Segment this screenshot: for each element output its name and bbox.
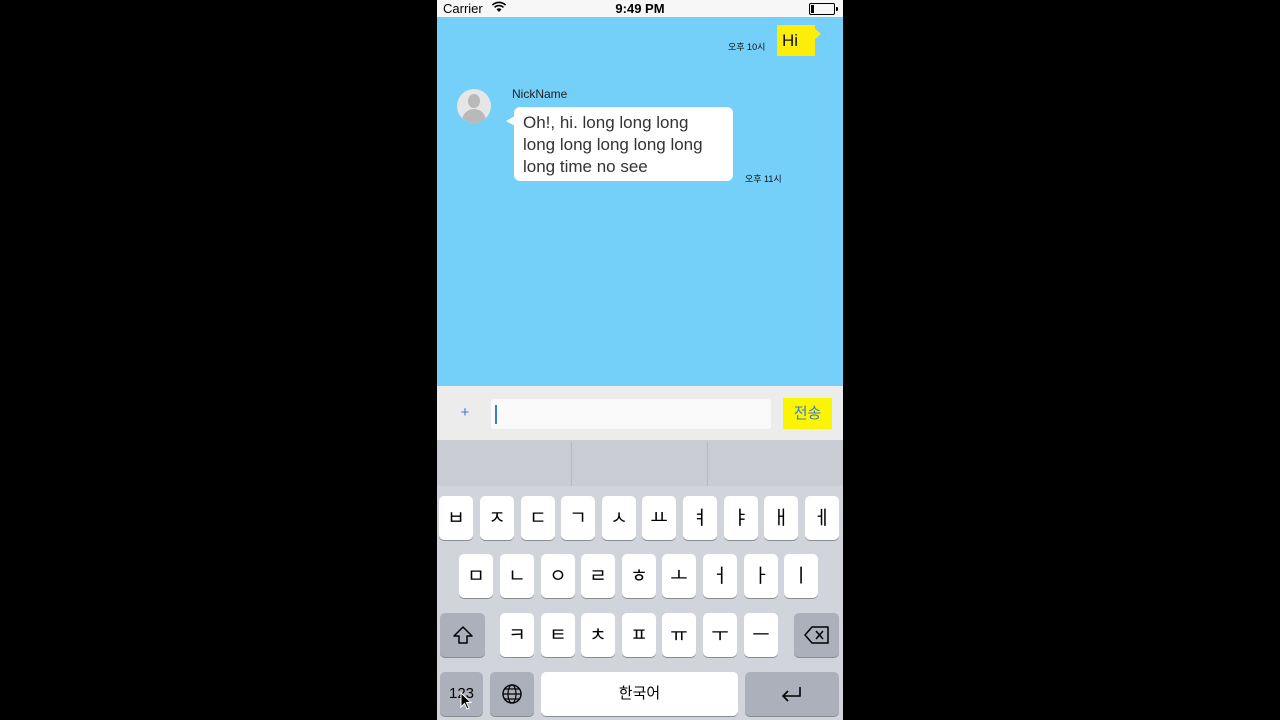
key[interactable]: ㅔ: [805, 496, 839, 540]
sender-nickname: NickName: [512, 87, 568, 101]
battery-icon: [809, 3, 838, 15]
person-icon: [468, 94, 480, 108]
key[interactable]: ㄹ: [581, 554, 615, 598]
korean-keyboard: ㅂ ㅈ ㄷ ㄱ ㅅ ㅛ ㅕ ㅑ ㅐ ㅔ ㅁ ㄴ ㅇ ㄹ ㅎ ㅗ ㅓ ㅏ ㅣ ㅋ …: [437, 440, 843, 720]
key[interactable]: ㅗ: [662, 554, 696, 598]
message-input[interactable]: [491, 399, 771, 429]
globe-icon: [502, 684, 522, 704]
key[interactable]: ㄴ: [500, 554, 534, 598]
text-caret: [495, 405, 497, 424]
avatar[interactable]: [457, 89, 491, 123]
shift-icon: [452, 626, 473, 644]
other-message-line: long long long long long: [523, 135, 703, 154]
key[interactable]: ㅅ: [602, 496, 636, 540]
key[interactable]: ㅊ: [581, 613, 615, 657]
prediction-slot[interactable]: [708, 440, 843, 486]
phone-screen: Carrier 9:49 PM 오후 10시 Hi NickName Oh!, …: [437, 0, 843, 720]
send-button[interactable]: 전송: [783, 398, 832, 429]
key[interactable]: ㅂ: [439, 496, 473, 540]
prediction-bar: [437, 440, 843, 486]
prediction-slot[interactable]: [572, 440, 707, 486]
globe-key[interactable]: [490, 672, 534, 716]
key[interactable]: ㅎ: [622, 554, 656, 598]
key[interactable]: ㅜ: [703, 613, 737, 657]
key[interactable]: ㅋ: [500, 613, 534, 657]
key[interactable]: ㅡ: [744, 613, 778, 657]
key[interactable]: ㅠ: [662, 613, 696, 657]
key[interactable]: ㄱ: [561, 496, 595, 540]
other-message-line: Oh!, hi. long long long: [523, 113, 689, 132]
backspace-key[interactable]: [794, 613, 839, 657]
key[interactable]: ㅇ: [541, 554, 575, 598]
key[interactable]: ㅓ: [703, 554, 737, 598]
shift-key[interactable]: [440, 613, 485, 657]
return-key[interactable]: [745, 672, 839, 716]
backspace-icon: [803, 626, 829, 644]
key[interactable]: ㅕ: [683, 496, 717, 540]
key[interactable]: ㅈ: [480, 496, 514, 540]
prediction-slot[interactable]: [437, 440, 571, 486]
bubble-tail: [506, 116, 515, 126]
other-message-time: 오후 11시: [745, 174, 782, 184]
key[interactable]: ㄷ: [521, 496, 555, 540]
key[interactable]: ㅌ: [541, 613, 575, 657]
return-icon: [781, 687, 801, 702]
status-bar: Carrier 9:49 PM: [437, 0, 843, 17]
other-message-line: long time no see: [523, 157, 648, 176]
other-message-bubble[interactable]: Oh!, hi. long long long long long long l…: [506, 107, 733, 181]
key[interactable]: ㅐ: [764, 496, 798, 540]
key[interactable]: ㅏ: [744, 554, 778, 598]
space-key[interactable]: 한국어: [541, 672, 738, 716]
key[interactable]: ㅑ: [724, 496, 758, 540]
key[interactable]: ㅣ: [784, 554, 818, 598]
bubble-tail: [814, 28, 821, 40]
my-message-text: Hi: [782, 31, 799, 50]
message-input-bar: + 전송: [437, 386, 843, 440]
my-message-time: 오후 10시: [728, 42, 766, 52]
attach-button[interactable]: +: [458, 403, 472, 423]
my-message-bubble[interactable]: Hi: [777, 25, 821, 56]
key[interactable]: ㅁ: [459, 554, 493, 598]
clock: 9:49 PM: [615, 1, 665, 16]
key[interactable]: ㅍ: [622, 613, 656, 657]
key[interactable]: ㅛ: [642, 496, 676, 540]
